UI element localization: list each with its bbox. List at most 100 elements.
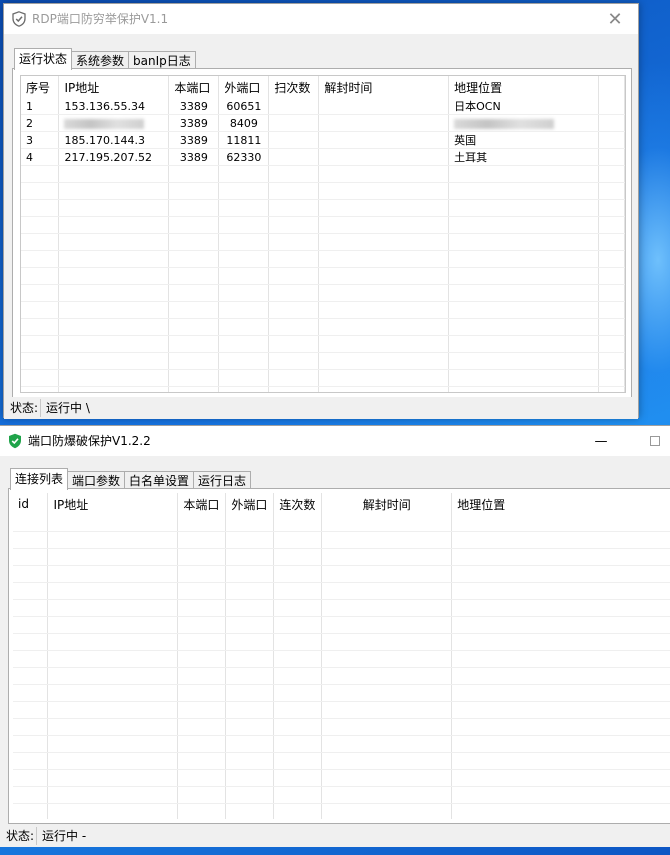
empty-cell <box>273 769 323 787</box>
column-header-id[interactable]: id <box>13 493 49 515</box>
empty-cell <box>448 250 599 268</box>
close-button[interactable]: ✕ <box>592 4 638 34</box>
empty-cell <box>318 216 450 234</box>
column-header-ip[interactable]: IP地址 <box>58 76 170 98</box>
empty-cell <box>21 369 60 387</box>
table-row[interactable]: 3 185.170.144.3 3389 11811 英国 <box>21 131 625 149</box>
cell-geo: 日本OCN <box>448 98 599 115</box>
cell-filler <box>598 114 625 132</box>
connection-table[interactable]: id IP地址 本端口 外端口 连次数 解封时间 地理位置 <box>13 493 670 819</box>
empty-cell <box>225 650 275 668</box>
empty-cell <box>598 199 625 217</box>
empty-row <box>13 565 670 583</box>
empty-cell <box>177 803 227 819</box>
empty-cell <box>451 735 670 753</box>
empty-cell <box>177 531 227 549</box>
empty-cell <box>273 565 323 583</box>
empty-cell <box>21 216 60 234</box>
empty-cell <box>177 718 227 736</box>
empty-cell <box>268 199 320 217</box>
table-row[interactable]: 4 217.195.207.52 3389 62330 土耳其 <box>21 148 625 166</box>
empty-cell <box>47 786 179 804</box>
empty-cell <box>218 352 270 370</box>
empty-cell <box>58 165 170 183</box>
empty-cell <box>47 769 179 787</box>
empty-cell <box>21 182 60 200</box>
empty-cell <box>218 250 270 268</box>
column-header-unban-time[interactable]: 解封时间 <box>321 493 453 515</box>
empty-cell <box>268 165 320 183</box>
empty-row <box>21 182 625 200</box>
empty-cell <box>21 318 60 336</box>
column-header-local-port[interactable]: 本端口 <box>168 76 220 98</box>
empty-cell <box>225 548 275 566</box>
empty-row <box>21 352 625 370</box>
empty-cell <box>177 752 227 770</box>
minimize-button[interactable]: — <box>578 426 624 456</box>
empty-cell <box>598 386 625 392</box>
cell-geo-redacted <box>448 114 599 132</box>
column-header-remote-port[interactable]: 外端口 <box>218 76 270 98</box>
empty-cell <box>448 301 599 319</box>
column-header-geo[interactable]: 地理位置 <box>451 493 670 515</box>
maximize-button[interactable] <box>640 426 670 456</box>
empty-cell <box>168 216 220 234</box>
cell-remote-port: 62330 <box>218 148 270 166</box>
empty-cell <box>225 803 275 819</box>
empty-cell <box>58 352 170 370</box>
empty-cell <box>318 386 450 392</box>
empty-cell <box>598 250 625 268</box>
status-bar: 状态: 运行中 - <box>0 825 670 847</box>
empty-cell <box>58 369 170 387</box>
empty-cell <box>58 335 170 353</box>
table-row[interactable]: 2 3389 8409 <box>21 114 625 132</box>
empty-row <box>21 216 625 234</box>
column-header-unban-time[interactable]: 解封时间 <box>318 76 450 98</box>
column-header-local-port[interactable]: 本端口 <box>177 493 227 515</box>
empty-cell <box>451 531 670 549</box>
empty-cell <box>177 633 227 651</box>
column-header-no[interactable]: 序号 <box>21 76 60 98</box>
empty-cell <box>168 267 220 285</box>
empty-cell <box>268 216 320 234</box>
connection-table[interactable]: 序号 IP地址 本端口 外端口 扫次数 解封时间 地理位置 1 153.136.… <box>20 75 626 393</box>
empty-row <box>13 718 670 736</box>
empty-cell <box>321 565 453 583</box>
column-header-connect-count[interactable]: 连次数 <box>273 493 323 515</box>
empty-cell <box>168 369 220 387</box>
column-header-remote-port[interactable]: 外端口 <box>225 493 275 515</box>
column-header-scan-count[interactable]: 扫次数 <box>268 76 320 98</box>
window-title: 端口防爆破保护V1.2.2 <box>28 434 151 448</box>
empty-cell <box>448 369 599 387</box>
empty-row <box>21 267 625 285</box>
empty-cell <box>268 352 320 370</box>
empty-cell <box>451 718 670 736</box>
empty-row <box>13 735 670 753</box>
table-row[interactable]: 1 153.136.55.34 3389 60651 日本OCN <box>21 98 625 115</box>
tab-run-status[interactable]: 运行状态 <box>14 48 73 70</box>
tab-connection-list[interactable]: 连接列表 <box>10 468 69 490</box>
column-header-ip[interactable]: IP地址 <box>47 493 179 515</box>
empty-cell <box>47 515 179 532</box>
empty-cell <box>218 318 270 336</box>
empty-cell <box>273 735 323 753</box>
empty-cell <box>321 701 453 719</box>
empty-cell <box>451 548 670 566</box>
empty-cell <box>168 386 220 392</box>
cell-ip-redacted <box>58 114 170 132</box>
title-bar[interactable]: 端口防爆破保护V1.2.2 — <box>0 426 670 456</box>
maximize-icon <box>650 436 660 446</box>
empty-row <box>21 386 625 392</box>
empty-cell <box>451 582 670 600</box>
empty-cell <box>273 718 323 736</box>
title-bar[interactable]: RDP端口防穷举保护V1.1 ✕ <box>4 4 638 34</box>
empty-cell <box>448 267 599 285</box>
column-header-geo[interactable]: 地理位置 <box>448 76 599 98</box>
empty-cell <box>451 769 670 787</box>
empty-cell <box>451 650 670 668</box>
status-separator <box>36 827 37 845</box>
empty-cell <box>225 531 275 549</box>
empty-cell <box>47 616 179 634</box>
cell-count <box>268 114 320 132</box>
cell-geo: 英国 <box>448 131 599 149</box>
